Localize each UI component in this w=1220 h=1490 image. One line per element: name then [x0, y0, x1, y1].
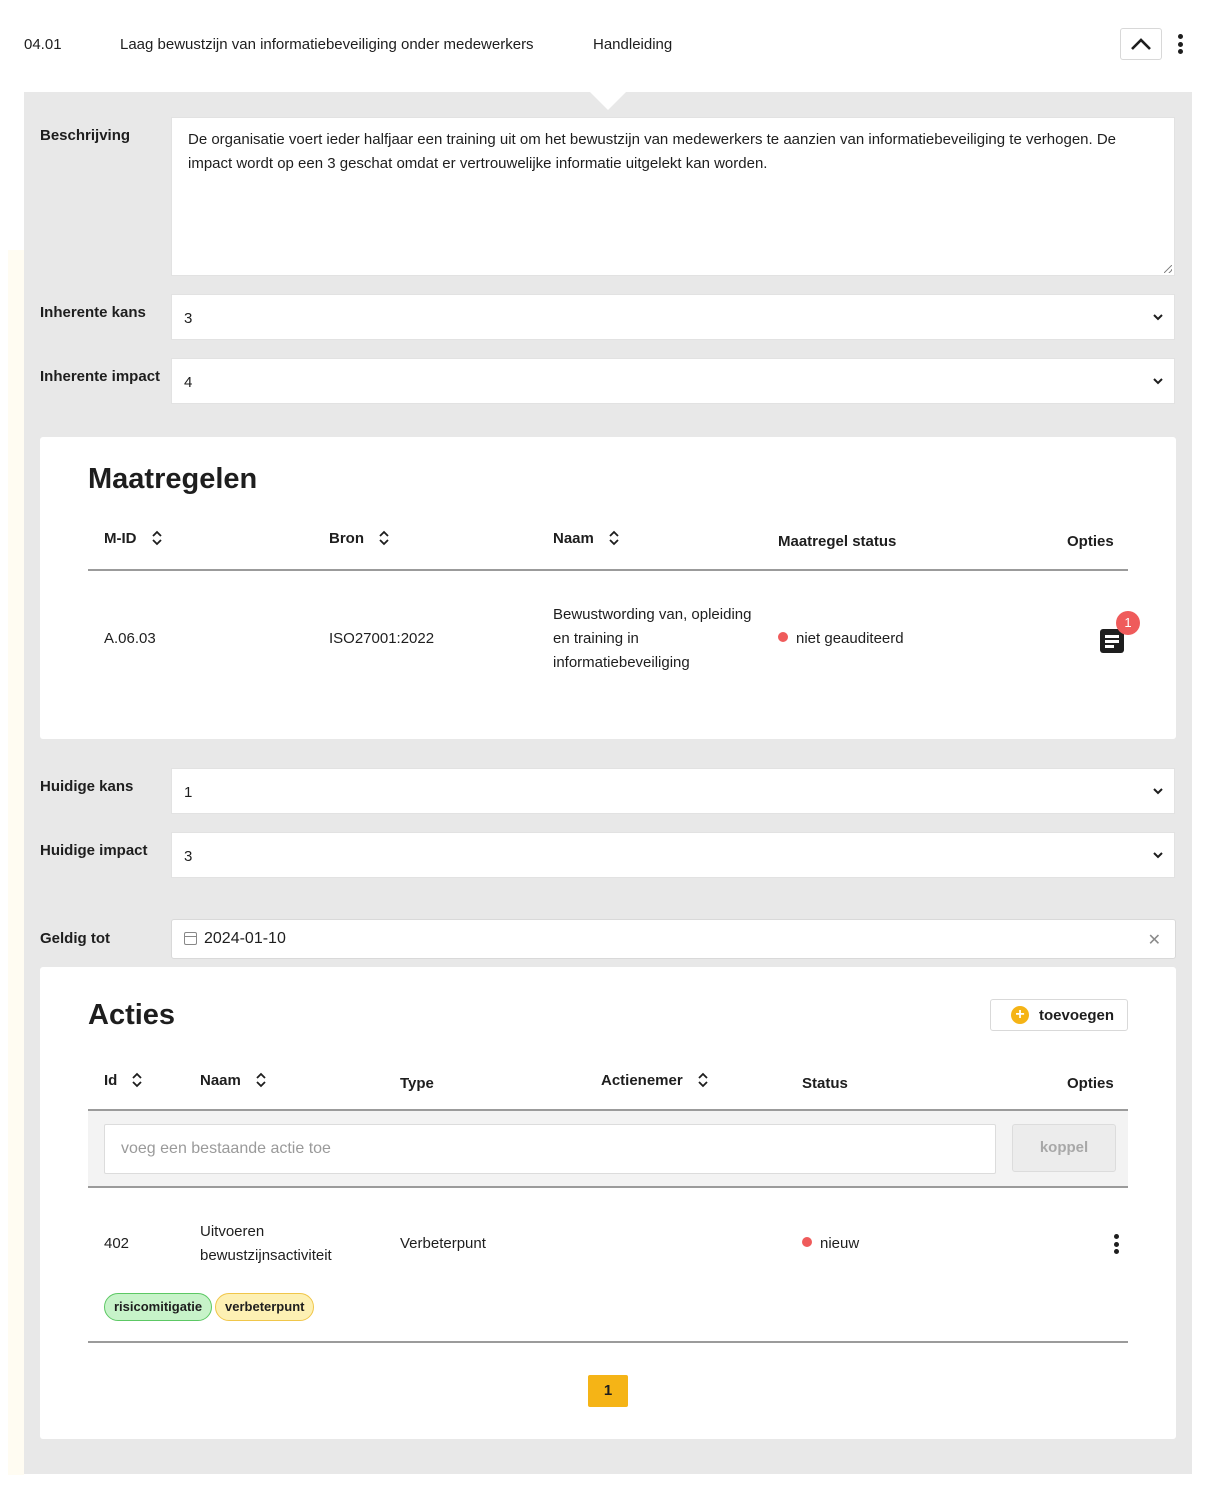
existing-actie-input[interactable]: voeg een bestaande actie toe	[104, 1124, 996, 1174]
cell-naam: Bewustwording van, opleiding en training…	[553, 606, 752, 671]
beschrijving-textarea[interactable]: De organisatie voert ieder halfjaar een …	[171, 117, 1175, 276]
col-header-type-label: Type	[400, 1075, 434, 1092]
cell-id: 402	[104, 1235, 130, 1252]
huidige-kans-value: 1	[184, 784, 193, 801]
col-header-actienemer-label: Actienemer	[601, 1071, 683, 1089]
geldig-tot-value: 2024-01-10	[204, 930, 286, 947]
col-header-opties: Opties	[1067, 1075, 1114, 1092]
status-text: niet geauditeerd	[796, 630, 904, 647]
chevron-up-icon	[1131, 38, 1151, 50]
col-header-bron[interactable]: Bron	[329, 529, 390, 547]
add-actie-label: toevoegen	[1039, 1006, 1115, 1024]
cell-bron: ISO27001:2022	[329, 630, 435, 647]
cell-mid: A.06.03	[104, 630, 156, 647]
resize-grip-icon[interactable]	[1164, 265, 1172, 273]
sort-icon[interactable]	[378, 529, 390, 547]
inherente-impact-select[interactable]: 4	[171, 358, 1175, 404]
plus-icon: +	[1011, 1006, 1029, 1024]
inherente-kans-select[interactable]: 3	[171, 294, 1175, 340]
risk-title: Laag bewustzijn van informatiebeveiligin…	[120, 36, 534, 53]
huidige-kans-label: Huidige kans	[40, 778, 134, 795]
inherente-impact-value: 4	[184, 374, 193, 391]
col-header-naam[interactable]: Naam	[553, 529, 620, 547]
cell-status: niet geauditeerd	[778, 627, 904, 651]
maatregelen-card: Maatregelen M-ID Bron Naam Maatregel sta…	[40, 437, 1176, 739]
tag-risicomitigatie: risicomitigatie	[104, 1293, 213, 1321]
link-existing-actie-row: voeg een bestaande actie toe koppel	[88, 1111, 1128, 1187]
col-header-naam[interactable]: Naam	[200, 1071, 267, 1089]
status-text: nieuw	[820, 1235, 860, 1252]
chevron-down-icon	[1153, 314, 1163, 321]
status-dot	[802, 1237, 812, 1247]
sort-icon[interactable]	[697, 1071, 709, 1089]
row-divider	[88, 1186, 1128, 1188]
notes-count-badge: 1	[1116, 611, 1140, 635]
sort-icon[interactable]	[151, 529, 163, 547]
tag-verbeterpunt: verbeterpunt	[215, 1293, 315, 1321]
beschrijving-text: De organisatie voert ieder halfjaar een …	[188, 131, 1117, 172]
cell-naam: Uitvoeren bewustzijnsactiviteit	[200, 1223, 332, 1264]
col-header-id[interactable]: Id	[104, 1071, 143, 1089]
sort-icon[interactable]	[608, 529, 620, 547]
kebab-menu-icon[interactable]	[1175, 34, 1185, 54]
sort-icon[interactable]	[131, 1071, 143, 1089]
chevron-down-icon	[1153, 788, 1163, 795]
col-header-actienemer[interactable]: Actienemer	[601, 1071, 709, 1089]
row-options-kebab-icon[interactable]	[1111, 1234, 1121, 1254]
col-header-opties-label: Opties	[1067, 533, 1114, 550]
huidige-impact-select[interactable]: 3	[171, 832, 1175, 878]
huidige-kans-select[interactable]: 1	[171, 768, 1175, 814]
handleiding-link[interactable]: Handleiding	[593, 36, 672, 53]
col-header-status-label: Maatregel status	[778, 533, 897, 550]
status-dot	[778, 632, 788, 642]
col-header-type: Type	[400, 1075, 434, 1092]
acties-card: Acties + toevoegen Id Naam Type Actienem…	[40, 967, 1176, 1439]
maatregelen-title: Maatregelen	[88, 463, 258, 495]
huidige-impact-value: 3	[184, 848, 193, 865]
huidige-impact-label: Huidige impact	[40, 842, 148, 859]
inherente-kans-value: 3	[184, 310, 193, 327]
col-header-status-label: Status	[802, 1075, 848, 1092]
pagination-page-button[interactable]: 1	[588, 1375, 628, 1407]
col-header-maatregel-status: Maatregel status	[778, 533, 896, 550]
chevron-down-icon	[1153, 378, 1163, 385]
inherente-impact-label: Inherente impact	[40, 368, 161, 385]
table-bottom-divider	[88, 1341, 1128, 1343]
acties-title: Acties	[88, 999, 176, 1031]
panel-notch	[590, 92, 626, 110]
chevron-down-icon	[1153, 852, 1163, 859]
col-header-opties: Opties	[1067, 533, 1114, 550]
left-accent-strip	[8, 250, 24, 1475]
table-header-divider	[88, 569, 1128, 571]
koppel-button[interactable]: koppel	[1012, 1124, 1116, 1172]
sort-icon[interactable]	[255, 1071, 267, 1089]
geldig-tot-label: Geldig tot	[40, 930, 110, 947]
inherente-kans-label: Inherente kans	[40, 304, 146, 321]
collapse-button[interactable]	[1120, 28, 1162, 60]
cell-type: Verbeterpunt	[400, 1235, 486, 1252]
col-header-mid[interactable]: M-ID	[104, 529, 163, 547]
col-header-id-label: Id	[104, 1071, 118, 1089]
clear-date-icon[interactable]: ✕	[1148, 930, 1161, 950]
col-header-mid-label: M-ID	[104, 529, 137, 547]
risk-header[interactable]: 04.01 Laag bewustzijn van informatiebeve…	[0, 0, 1220, 90]
risk-id: 04.01	[24, 36, 62, 53]
col-header-status: Status	[802, 1075, 848, 1092]
cell-status: nieuw	[802, 1232, 859, 1256]
beschrijving-label: Beschrijving	[40, 127, 131, 144]
add-actie-button[interactable]: + toevoegen	[990, 999, 1128, 1031]
geldig-tot-datepicker[interactable]: 2024-01-10 ✕	[171, 919, 1176, 959]
col-header-naam-label: Naam	[553, 529, 594, 547]
col-header-opties-label: Opties	[1067, 1075, 1114, 1092]
col-header-bron-label: Bron	[329, 529, 364, 547]
calendar-icon	[184, 932, 197, 945]
col-header-naam-label: Naam	[200, 1071, 241, 1089]
